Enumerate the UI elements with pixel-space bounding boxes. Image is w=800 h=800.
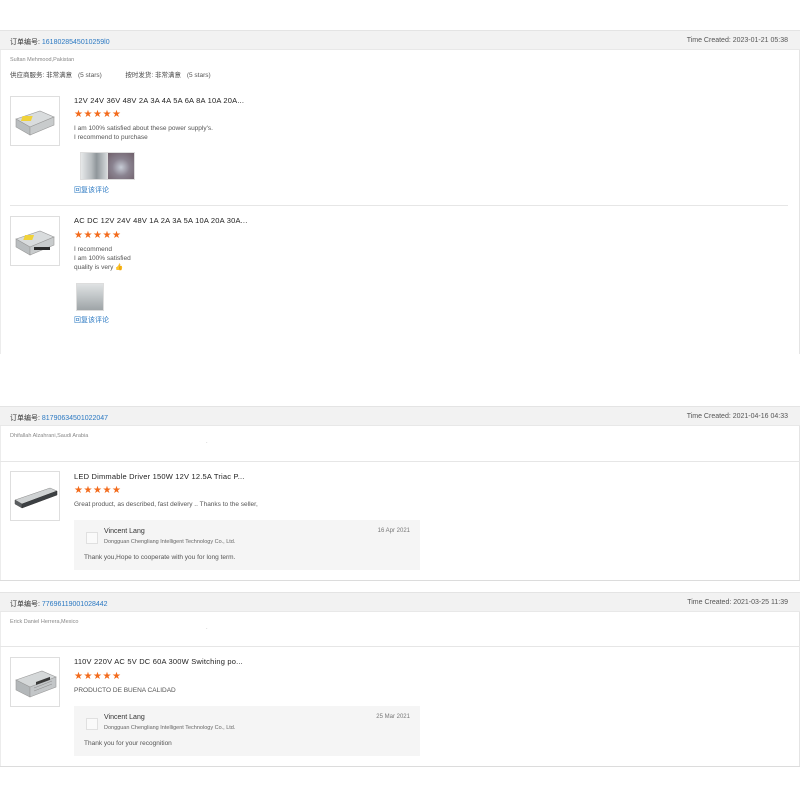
rating-stars: ★★★★★ <box>74 230 122 241</box>
buyer-name: Sultan Mehmood,Pakistan <box>10 57 75 63</box>
star-icon: ★ <box>112 109 121 120</box>
star-icon: ★ <box>83 230 93 241</box>
review-text: I recommend I am 100% satisfied quality … <box>74 245 131 272</box>
star-icon: ★ <box>102 485 112 496</box>
review-photo[interactable] <box>107 152 135 180</box>
card-bottom-border <box>0 766 800 767</box>
order-number-row: 订单编号: 81790634501022047 <box>10 413 108 423</box>
review-text: I am 100% satisfied about these power su… <box>74 124 213 142</box>
service-rating-stars: (5 stars) <box>77 72 102 79</box>
avatar <box>86 718 98 730</box>
buyer-name: Dhifallah Alzahrani,Saudi Arabia <box>10 433 89 439</box>
review-line: I am 100% satisfied about these power su… <box>74 125 213 132</box>
review-line: I recommend to purchase <box>74 134 148 141</box>
reply-to-review-link[interactable]: 回复该评论 <box>74 315 109 325</box>
order-number-row: 订单编号: 77696119001028442 <box>10 599 108 609</box>
product-thumbnail[interactable] <box>10 657 60 707</box>
reply-text: Thank you,Hope to cooperate with you for… <box>84 554 236 561</box>
item-divider <box>10 205 788 206</box>
seller-reply: Vincent Lang Dongguan Chengliang Intelli… <box>74 706 420 756</box>
star-icon: ★ <box>102 109 112 120</box>
product-title-link[interactable]: 110V 220V AC 5V DC 60A 300W Switching po… <box>74 657 243 666</box>
order-number-label: 订单编号: <box>10 39 42 46</box>
review-line: I recommend <box>74 246 112 253</box>
order-header: 订单编号: 77696119001028442 Time Created: 20… <box>0 592 800 612</box>
separator-dot: · <box>206 440 208 446</box>
order-number-link[interactable]: 81790634501022047 <box>42 415 108 422</box>
product-title-link[interactable]: 12V 24V 36V 48V 2A 3A 4A 5A 6A 8A 10A 20… <box>74 96 244 105</box>
order-number-label: 订单编号: <box>10 601 42 608</box>
product-thumbnail[interactable] <box>10 471 60 521</box>
order-header: 订单编号: 1618028545010259l0 Time Created: 2… <box>0 30 800 50</box>
review-line: quality is very 👍 <box>74 264 124 271</box>
order-time-created: Time Created: 2021-04-16 04:33 <box>686 413 788 420</box>
order-number-label: 订单编号: <box>10 415 42 422</box>
star-icon: ★ <box>74 109 83 120</box>
seller-reply: Vincent Lang Dongguan Chengliang Intelli… <box>74 520 420 570</box>
supplier-ratings: 供应商服务: 非常满意 (5 stars) 按时发货: 非常满意 (5 star… <box>10 69 211 79</box>
review-text: Great product, as described, fast delive… <box>74 501 258 508</box>
star-icon: ★ <box>74 671 83 682</box>
reply-author-name: Vincent Lang <box>104 528 145 535</box>
review-photo[interactable] <box>76 283 104 311</box>
reply-date: 25 Mar 2021 <box>376 714 410 720</box>
star-icon: ★ <box>83 485 93 496</box>
rating-stars: ★★★★★ <box>74 109 122 120</box>
order-number-link[interactable]: 1618028545010259l0 <box>42 39 110 46</box>
order-time-created: Time Created: 2023-01-21 05:38 <box>686 37 788 44</box>
star-icon: ★ <box>102 671 112 682</box>
delivery-rating: 按时发货: 非常满意 <box>125 72 182 79</box>
reply-author-company: Dongguan Chengliang Intelligent Technolo… <box>104 539 236 545</box>
order-number-link[interactable]: 77696119001028442 <box>42 601 108 608</box>
service-rating: 供应商服务: 非常满意 <box>10 72 73 79</box>
star-icon: ★ <box>93 485 102 496</box>
star-icon: ★ <box>74 230 83 241</box>
reply-author-company: Dongguan Chengliang Intelligent Technolo… <box>104 725 236 731</box>
reply-to-review-link[interactable]: 回复该评论 <box>74 185 109 195</box>
separator-dot: · <box>206 626 208 632</box>
star-icon: ★ <box>112 671 121 682</box>
reply-text: Thank you for your recognition <box>84 740 172 747</box>
review-line: I am 100% satisfied <box>74 255 131 262</box>
product-thumbnail[interactable] <box>10 96 60 146</box>
buyer-name: Erick Daniel Herrera,Mexico <box>10 619 79 625</box>
review-photo[interactable] <box>80 152 108 180</box>
order-time-created: Time Created: 2021-03-25 11:39 <box>687 599 788 606</box>
rating-stars: ★★★★★ <box>74 671 122 682</box>
order-header: 订单编号: 81790634501022047 Time Created: 20… <box>0 406 800 426</box>
item-divider <box>0 646 800 647</box>
product-title-link[interactable]: AC DC 12V 24V 48V 1A 2A 3A 5A 10A 20A 30… <box>74 216 248 225</box>
review-text: PRODUCTO DE BUENA CALIDAD <box>74 687 176 694</box>
product-title-link[interactable]: LED Dimmable Driver 150W 12V 12.5A Triac… <box>74 472 245 481</box>
star-icon: ★ <box>112 230 121 241</box>
card-bottom-border <box>0 580 800 581</box>
product-thumbnail[interactable] <box>10 216 60 266</box>
star-icon: ★ <box>83 671 93 682</box>
order-number-row: 订单编号: 1618028545010259l0 <box>10 37 110 47</box>
avatar <box>86 532 98 544</box>
star-icon: ★ <box>102 230 112 241</box>
star-icon: ★ <box>83 109 93 120</box>
reply-author-name: Vincent Lang <box>104 714 145 721</box>
reply-date: 16 Apr 2021 <box>377 528 410 534</box>
star-icon: ★ <box>112 485 121 496</box>
item-divider <box>0 461 800 462</box>
star-icon: ★ <box>93 230 102 241</box>
star-icon: ★ <box>93 671 102 682</box>
star-icon: ★ <box>74 485 83 496</box>
rating-stars: ★★★★★ <box>74 485 122 496</box>
delivery-rating-stars: (5 stars) <box>186 72 211 79</box>
star-icon: ★ <box>93 109 102 120</box>
